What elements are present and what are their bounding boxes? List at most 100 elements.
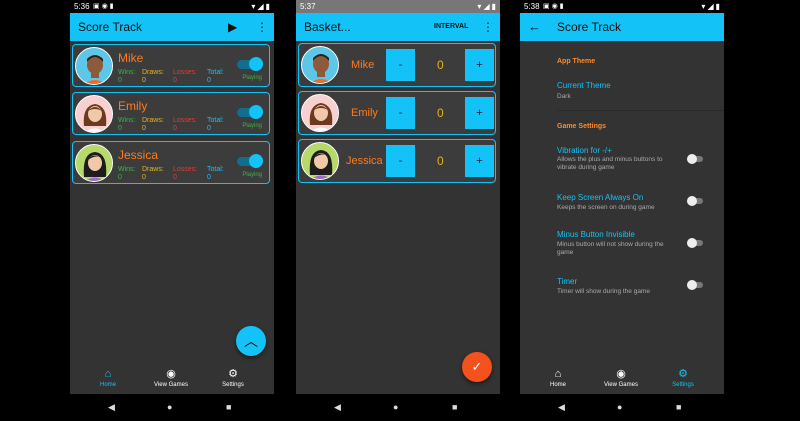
- nav-view-games[interactable]: ◉ View Games: [141, 368, 201, 389]
- recents-nav-icon[interactable]: ■: [452, 402, 457, 412]
- minus-button[interactable]: -: [386, 97, 415, 129]
- avatar: [75, 144, 113, 182]
- system-nav-bar: ◀ ● ■: [70, 394, 274, 421]
- draws-label: Draws:: [142, 117, 164, 124]
- score-value: 0: [437, 154, 444, 168]
- losses-label: Losses:: [173, 117, 198, 124]
- wins-stat: Wins: 0: [118, 117, 136, 133]
- draws-label: Draws:: [142, 69, 164, 76]
- score-row-jessica: Jessica - 0 +: [298, 139, 496, 183]
- interval-button[interactable]: INTERVAL: [434, 13, 468, 41]
- player-card-emily[interactable]: Emily Wins: 0 Draws: 0 Losses: 0 Total: 0 Pl…: [72, 92, 270, 135]
- avatar: [301, 142, 339, 180]
- nav-settings[interactable]: ⚙ Settings: [203, 368, 263, 389]
- notification-icon: ▣: [543, 3, 550, 10]
- playing-toggle[interactable]: [237, 154, 263, 168]
- status-time: 5:37: [300, 2, 316, 11]
- timer-switch[interactable]: [687, 280, 705, 290]
- playing-toggle[interactable]: [237, 57, 263, 71]
- vibration-switch[interactable]: [687, 154, 705, 164]
- more-vert-icon[interactable]: ⋮: [482, 13, 494, 41]
- nav-home[interactable]: ⌂ Home: [78, 368, 138, 389]
- current-theme-title[interactable]: Current Theme: [557, 81, 611, 90]
- finish-game-button[interactable]: ✓: [462, 352, 492, 382]
- bottom-navigation: ⌂ Home ◉ View Games ⚙ Settings: [70, 366, 274, 394]
- total-stat: Total: 0: [207, 69, 224, 85]
- keep-screen-on-description: Keeps the screen on during game: [557, 204, 655, 211]
- phone-home-screen: 5:36 ▣ ◉ ▮ ▾ ◢ ▮ Score Track ▶ ⋮ Mike Wi…: [70, 0, 274, 421]
- player-card-jessica[interactable]: Jessica Wins: 0 Draws: 0 Losses: 0 Total: 0 …: [72, 141, 270, 184]
- minus-button[interactable]: -: [386, 49, 415, 81]
- wifi-icon: ▾: [701, 2, 706, 11]
- timer-description: Timer will show during the game: [557, 288, 650, 295]
- timer-title[interactable]: Timer: [557, 277, 577, 286]
- app-title: Score Track: [557, 20, 622, 34]
- eye-icon: ◉: [166, 368, 176, 380]
- player-name: Emily: [118, 99, 148, 113]
- back-nav-icon[interactable]: ◀: [334, 402, 341, 412]
- playing-label: Playing: [242, 123, 262, 129]
- divider: [557, 110, 724, 111]
- nav-settings[interactable]: ⚙ Settings: [653, 368, 713, 389]
- nav-view-games-label: View Games: [604, 382, 638, 388]
- wins-value: 0: [118, 125, 122, 132]
- vibration-title[interactable]: Vibration for -/+: [557, 146, 612, 155]
- minus-invisible-switch[interactable]: [687, 238, 705, 248]
- avatar: [75, 95, 113, 133]
- home-nav-icon[interactable]: ●: [167, 402, 172, 412]
- back-nav-icon[interactable]: ◀: [108, 402, 115, 412]
- wifi-icon: ▾: [477, 2, 482, 11]
- score-value: 0: [437, 58, 444, 72]
- home-nav-icon[interactable]: ●: [393, 402, 398, 412]
- recents-nav-icon[interactable]: ■: [226, 402, 231, 412]
- status-time: 5:36: [74, 2, 90, 11]
- keep-screen-on-title[interactable]: Keep Screen Always On: [557, 193, 643, 202]
- wins-stat: Wins: 0: [118, 69, 136, 85]
- plus-button[interactable]: +: [465, 145, 494, 177]
- signal-icon: ◢: [257, 2, 264, 11]
- total-value: 0: [207, 174, 211, 181]
- minus-invisible-title[interactable]: Minus Button Invisible: [557, 230, 635, 239]
- scroll-up-button[interactable]: ︿: [236, 326, 266, 356]
- notification-icons: ▣ ◉ ▮: [543, 0, 564, 13]
- losses-stat: Losses: 0: [173, 166, 197, 182]
- home-nav-icon[interactable]: ●: [617, 402, 622, 412]
- nav-home[interactable]: ⌂ Home: [528, 368, 588, 389]
- notification-icon: ◉: [101, 3, 108, 10]
- system-icons: ▾ ◢ ▮: [477, 0, 496, 13]
- recents-nav-icon[interactable]: ■: [676, 402, 681, 412]
- home-icon: ⌂: [104, 368, 112, 380]
- losses-stat: Losses: 0: [173, 69, 197, 85]
- plus-button[interactable]: +: [465, 49, 494, 81]
- back-nav-icon[interactable]: ◀: [558, 402, 565, 412]
- player-card-mike[interactable]: Mike Wins: 0 Draws: 0 Losses: 0 Total: 0 Pla…: [72, 44, 270, 87]
- minus-button[interactable]: -: [386, 145, 415, 177]
- keep-screen-on-switch[interactable]: [687, 196, 705, 206]
- back-arrow-icon[interactable]: ←: [528, 13, 541, 41]
- score-row-emily: Emily - 0 +: [298, 91, 496, 135]
- minus-invisible-description: Minus button will not show during the ga…: [557, 241, 664, 256]
- plus-button[interactable]: +: [465, 97, 494, 129]
- draws-label: Draws:: [142, 166, 164, 173]
- system-nav-bar: ◀ ● ■: [520, 394, 724, 421]
- gear-icon: ⚙: [678, 368, 688, 380]
- total-label: Total:: [207, 166, 224, 173]
- wins-value: 0: [118, 174, 122, 181]
- total-stat: Total: 0: [207, 117, 224, 133]
- system-icons: ▾ ◢ ▮: [701, 0, 720, 13]
- bottom-navigation: ⌂ Home ◉ View Games ⚙ Settings: [520, 366, 724, 394]
- nav-view-games[interactable]: ◉ View Games: [591, 368, 651, 389]
- nav-settings-label: Settings: [222, 382, 244, 388]
- section-header-app-theme: App Theme: [557, 58, 596, 65]
- phone-settings-screen: 5:38 ▣ ◉ ▮ ▾ ◢ ▮ ← Score Track App Theme…: [520, 0, 724, 421]
- system-nav-bar: ◀ ● ■: [296, 394, 500, 421]
- score-row-mike: Mike - 0 +: [298, 43, 496, 87]
- playing-toggle[interactable]: [237, 105, 263, 119]
- player-name: Emily: [351, 107, 378, 119]
- playing-label: Playing: [242, 75, 262, 81]
- more-vert-icon[interactable]: ⋮: [256, 13, 268, 41]
- wins-value: 0: [118, 77, 122, 84]
- play-icon[interactable]: ▶: [228, 13, 237, 41]
- battery-icon: ▮: [491, 2, 496, 11]
- chevron-up-icon: ︿: [244, 333, 258, 349]
